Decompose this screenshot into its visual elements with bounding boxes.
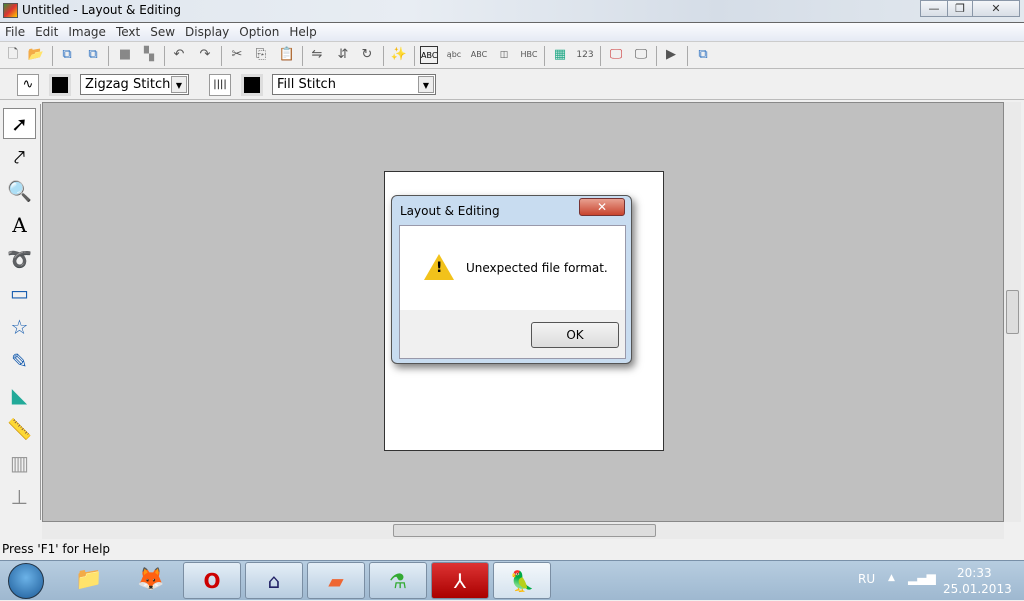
save-as-icon[interactable]: ▚ [140, 46, 158, 64]
fill-stitch-value: Fill Stitch [277, 77, 336, 92]
restore-button[interactable]: ❐ [947, 0, 973, 17]
outline-color-spool-icon[interactable] [49, 74, 71, 96]
flip-icon[interactable]: ⇵ [334, 46, 352, 64]
import-icon[interactable]: ⧉ [58, 46, 76, 64]
hp-taskbar-button[interactable]: ⌂ [245, 562, 303, 599]
clock-date[interactable]: 25.01.2013 [943, 582, 1012, 596]
stitch-tool-icon[interactable]: ▥ [3, 448, 36, 479]
horizontal-scroll-thumb[interactable] [393, 524, 656, 537]
select-tool-icon[interactable]: ➚ [3, 108, 36, 139]
clock-time[interactable]: 20:33 [957, 566, 992, 580]
chevron-down-icon[interactable]: ▼ [171, 76, 187, 93]
rectangle-tool-icon[interactable]: ▭ [3, 278, 36, 309]
new-file-icon[interactable]: 🗋 [4, 46, 22, 64]
text-tool-icon[interactable]: A [3, 210, 36, 241]
dialog-message: Unexpected file format. [466, 261, 608, 275]
stitch-view-icon[interactable]: ▦ [551, 46, 569, 64]
menu-help[interactable]: Help [284, 23, 321, 41]
text-arc-icon[interactable]: ąbc [445, 46, 463, 64]
monitor-color-icon[interactable]: 🖵 [607, 46, 625, 64]
embroidery-taskbar-button[interactable]: 🦜 [493, 562, 551, 599]
tool-palette: ➚ ⤤ 🔍 A ➰ ▭ ☆ ✎ ◣ 📏 ▥ ⊥ [0, 104, 41, 520]
text-abc-icon[interactable]: ABC [420, 46, 438, 64]
fill-stitch-icon[interactable]: |||| [209, 74, 231, 96]
star-tool-icon[interactable]: ☆ [3, 312, 36, 343]
title-bar: Untitled - Layout & Editing — ❐ ✕ [0, 0, 1024, 22]
fill-stitch-select[interactable]: Fill Stitch ▼ [272, 74, 436, 95]
dialog-close-button[interactable]: ✕ [579, 198, 625, 216]
start-button[interactable] [8, 563, 44, 599]
network-icon[interactable]: ▂▄▆ [908, 571, 936, 585]
opera-taskbar-button[interactable]: O [183, 562, 241, 599]
stitch-toolbar: ∿ Zigzag Stitch ▼ |||| Fill Stitch ▼ [0, 70, 1024, 100]
wizard-icon[interactable]: ✨ [390, 46, 408, 64]
fill-color-spool-icon[interactable] [241, 74, 263, 96]
close-button[interactable]: ✕ [972, 0, 1020, 17]
dialog-body: ! Unexpected file format. OK [399, 225, 626, 359]
menu-file[interactable]: File [0, 23, 30, 41]
menu-bar: File Edit Image Text Sew Display Option Help [0, 22, 1024, 42]
menu-text[interactable]: Text [111, 23, 145, 41]
menu-edit[interactable]: Edit [30, 23, 63, 41]
menu-option[interactable]: Option [234, 23, 284, 41]
outline-stitch-icon[interactable]: ∿ [17, 74, 39, 96]
ribbon-tool-icon[interactable]: ◣ [3, 380, 36, 411]
main-toolbar: 🗋 📂 ⧉ ⧉ ■ ▚ ↶ ↷ ✂ ⎘ 📋 ⇋ ⇵ ↻ ✨ ABC ąbc AB… [0, 42, 1024, 69]
language-indicator[interactable]: RU [858, 572, 875, 586]
firefox-icon[interactable]: 🦊 [126, 562, 176, 599]
window-title: Untitled - Layout & Editing [22, 3, 181, 17]
menu-sew[interactable]: Sew [145, 23, 180, 41]
text-vertical-icon[interactable]: ABC [470, 46, 488, 64]
text-monogram-icon[interactable]: ◫ [495, 46, 513, 64]
rotate-icon[interactable]: ↻ [358, 46, 376, 64]
app-icon [3, 3, 18, 18]
lasso-tool-icon[interactable]: ➰ [3, 244, 36, 275]
minimize-button[interactable]: — [920, 0, 948, 17]
window-icon[interactable]: ⧉ [694, 46, 712, 64]
save-icon[interactable]: ■ [116, 46, 134, 64]
green-app-taskbar-button[interactable]: ⚗ [369, 562, 427, 599]
undo-icon[interactable]: ↶ [170, 46, 188, 64]
sew-send-icon[interactable]: ▶ [662, 46, 680, 64]
stamp-tool-icon[interactable]: ⊥ [3, 482, 36, 513]
cut-icon[interactable]: ✂ [228, 46, 246, 64]
show-hidden-icons[interactable]: ▲ [888, 573, 895, 583]
numbers-icon[interactable]: 123 [576, 46, 594, 64]
error-dialog: Layout & Editing ✕ ! Unexpected file for… [391, 195, 632, 364]
open-icon[interactable]: 📂 [27, 46, 45, 64]
taskbar: 📁 🦊 O ⌂ ▰ ⚗ ⅄ 🦜 RU ▲ ▂▄▆ 20:33 25.01.201… [0, 560, 1024, 600]
freehand-tool-icon[interactable]: ✎ [3, 346, 36, 377]
status-bar: Press 'F1' for Help [2, 542, 111, 556]
mirror-icon[interactable]: ⇋ [308, 46, 326, 64]
menu-display[interactable]: Display [180, 23, 234, 41]
paste-icon[interactable]: 📋 [278, 46, 296, 64]
ok-button[interactable]: OK [531, 322, 619, 348]
acrobat-taskbar-button[interactable]: ⅄ [431, 562, 489, 599]
zoom-tool-icon[interactable]: 🔍 [3, 176, 36, 207]
monitor-icon[interactable]: 🖵 [632, 46, 650, 64]
dialog-title: Layout & Editing [400, 204, 500, 218]
ruler-tool-icon[interactable]: 📏 [3, 414, 36, 445]
warning-icon: ! [424, 254, 454, 280]
chevron-down-icon[interactable]: ▼ [418, 76, 434, 93]
system-tray: RU ▲ ▂▄▆ 20:33 25.01.2013 [850, 561, 1024, 601]
photo-taskbar-button[interactable]: ▰ [307, 562, 365, 599]
export-icon[interactable]: ⧉ [84, 46, 102, 64]
outline-stitch-select[interactable]: Zigzag Stitch ▼ [80, 74, 189, 95]
horizontal-scrollbar[interactable] [42, 522, 1004, 539]
text-hbc-icon[interactable]: HBC [520, 46, 538, 64]
vertical-scrollbar[interactable] [1004, 102, 1021, 522]
redo-icon[interactable]: ↷ [196, 46, 214, 64]
explorer-icon[interactable]: 📁 [64, 562, 114, 599]
copy-icon[interactable]: ⎘ [252, 46, 270, 64]
point-edit-tool-icon[interactable]: ⤤ [3, 142, 36, 173]
vertical-scroll-thumb[interactable] [1006, 290, 1019, 334]
menu-image[interactable]: Image [63, 23, 111, 41]
outline-stitch-value: Zigzag Stitch [85, 77, 171, 92]
